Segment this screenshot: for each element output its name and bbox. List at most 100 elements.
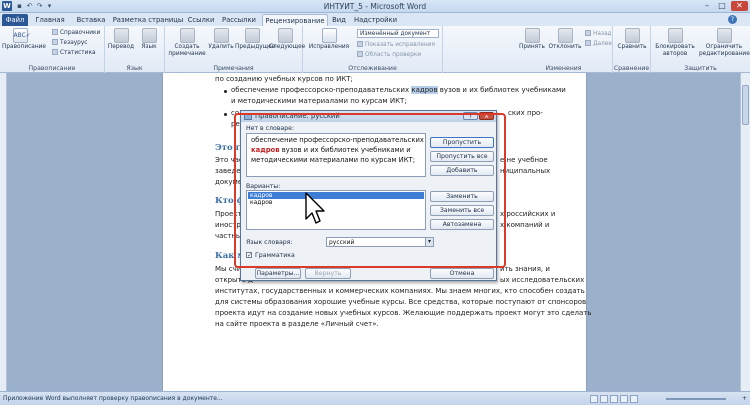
doc-text-fragment: ниципальных [500,167,551,175]
doc-text-fragment: х российских и [500,210,556,218]
doc-text-fragment: ить знания, и [500,265,550,273]
print-layout-view-icon[interactable] [590,395,598,403]
zoom-slider[interactable] [666,398,726,400]
thesaurus-button[interactable]: Тезаурус [52,39,87,47]
compare-icon [624,28,640,43]
stats-icon [52,49,58,55]
ribbon: ABC✓ Правописание Справочники Тезаурус С… [0,26,750,73]
doc-bullet-line: и методическими материалами по курсам ИК… [231,97,407,105]
group-protect: Блокировать авторов Ограничить редактиро… [651,26,750,73]
cancel-button[interactable]: Отмена [430,268,494,279]
accept-icon [524,28,540,43]
window-title: ИНТУИТ_5 - Microsoft Word [323,2,427,11]
doc-line: по созданию учебных курсов по ИКТ; [215,75,353,83]
translate-icon [113,28,129,43]
block-authors-button[interactable]: Блокировать авторов [653,28,697,58]
group-label-spelling: Правописание [28,65,76,72]
language-button[interactable]: Язык [136,28,162,51]
book-icon [52,29,58,35]
abc-check-icon: ABC✓ [12,28,31,43]
markup-icon [357,41,363,47]
track-changes-icon [321,28,337,43]
zoom-in-icon[interactable]: + [742,395,747,402]
compare-button[interactable]: Сравнить [615,28,649,51]
status-message: Приложение Word выполняет проверку право… [3,395,223,402]
web-layout-view-icon[interactable] [610,395,618,403]
undo-button[interactable]: Вернуть [305,268,351,279]
globe-icon [141,28,157,43]
bullet-icon [224,90,227,93]
next-comment-icon [277,28,293,43]
display-review-dropdown[interactable]: Изменённый документ [357,29,439,38]
translate-button[interactable]: Перевод [107,28,135,51]
outline-view-icon[interactable] [620,395,628,403]
tab-addins[interactable]: Надстройки [354,14,397,26]
reject-button[interactable]: Отклонить [548,28,582,51]
help-icon[interactable]: ? [728,15,737,24]
tab-insert[interactable]: Вставка [74,14,108,26]
group-label-language: Язык [126,65,143,72]
doc-line: институтах, государственных и коммерческ… [215,287,585,295]
tab-mailings[interactable]: Рассылки [220,14,258,26]
pane-icon [357,51,363,57]
ribbon-tabs: Файл Главная Вставка Разметка страницы С… [0,13,750,26]
group-changes: Принять Отклонить Назад Далее Изменения [515,26,613,73]
group-compare: Сравнить Сравнение [613,26,651,73]
doc-line: проекта идут на создание новых учебных к… [215,309,592,317]
doc-line: для системы образования хорошие учебные … [215,298,587,306]
tab-view[interactable]: Вид [330,14,348,26]
tab-review[interactable]: Рецензирование [262,14,328,26]
accept-button[interactable]: Принять [517,28,547,51]
title-bar: W ▪ ↶ ↷ ▾ ИНТУИТ_5 - Microsoft Word – □ … [0,0,750,13]
group-label-compare: Сравнение [613,65,650,72]
previous-change-button[interactable]: Назад [585,30,612,38]
vertical-scrollbar[interactable] [740,73,750,391]
doc-text-fragment: е не учебное [500,156,548,164]
block-authors-icon [667,28,683,43]
draft-view-icon[interactable] [630,395,638,403]
spelling-button[interactable]: ABC✓ Правописание [2,28,46,51]
doc-line: на сайте проекта в разделе «Личный счет»… [215,320,379,328]
tab-home[interactable]: Главная [32,14,68,26]
research-button[interactable]: Справочники [52,29,100,37]
maximize-icon[interactable]: □ [715,1,729,11]
word-count-button[interactable]: Статистика [52,49,96,57]
next-change-button[interactable]: Далее [585,40,612,48]
restrict-editing-icon [716,28,732,43]
vertical-ruler [0,73,7,391]
prev-comment-icon [244,28,260,43]
doc-text-fragment: ских про- [508,109,543,117]
show-markup-button[interactable]: Показать исправления [357,41,435,49]
mouse-cursor-icon [305,192,325,224]
track-changes-button[interactable]: Исправления [306,28,352,51]
delete-comment-button[interactable]: Удалить [207,28,235,51]
restrict-editing-button[interactable]: Ограничить редактирование [699,28,750,58]
reject-icon [557,28,573,43]
close-icon[interactable]: ✕ [731,1,748,11]
tab-file[interactable]: Файл [2,14,28,26]
scrollbar-thumb[interactable] [742,85,749,125]
tab-references[interactable]: Ссылки [186,14,216,26]
next-comment-button[interactable]: Следующее [269,28,305,51]
doc-text: вузов и их библиотек учебниками [437,86,566,94]
options-button[interactable]: Параметры... [255,268,301,279]
group-spelling: ABC✓ Правописание Справочники Тезаурус С… [0,26,105,73]
group-language: Перевод Язык Язык [105,26,165,73]
group-label-comments: Примечания [213,65,254,72]
highlighted-word: кадров [411,86,438,94]
full-screen-view-icon[interactable] [600,395,608,403]
new-comment-button[interactable]: Создать примечание [168,28,206,58]
comment-icon [179,28,195,43]
doc-text-fragment: х компаний и [500,221,550,229]
highlight-frame [234,113,506,268]
doc-text: обеспечение профессорско-преподавательск… [231,86,412,94]
tab-page-layout[interactable]: Разметка страницы [112,14,184,26]
reviewing-pane-button[interactable]: Область проверки [357,51,421,59]
minimize-icon[interactable]: – [700,1,714,11]
group-label-tracking: Отслеживание [348,65,397,72]
bullet-icon [224,113,227,116]
prev-comment-button[interactable]: Предыдущее [235,28,275,51]
doc-text-fragment: ых исследовательских [500,276,585,284]
doc-bullet-line: обеспечение профессорско-преподавательск… [231,85,566,96]
prev-change-icon [585,30,591,36]
